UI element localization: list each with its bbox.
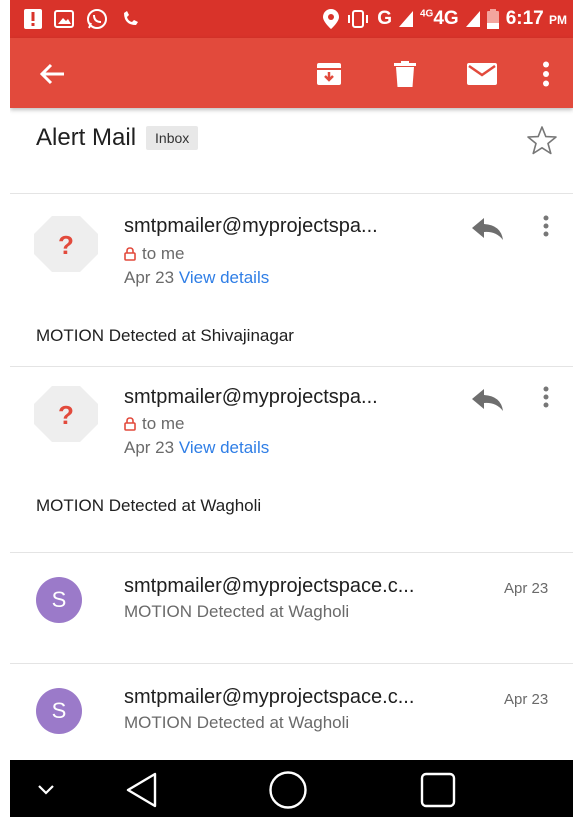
message-more-button[interactable] — [543, 386, 549, 413]
signal-icon — [398, 11, 413, 27]
network-type-4g: 4G4G — [419, 8, 459, 29]
recipient-text: to me — [142, 414, 185, 433]
recipient-line: to me — [124, 414, 185, 434]
clock: 6:17 PM — [505, 8, 567, 29]
overflow-menu-icon — [543, 386, 549, 408]
unknown-sender-avatar[interactable]: ? — [34, 216, 98, 272]
overflow-menu-icon — [543, 215, 549, 237]
reply-button[interactable] — [472, 389, 504, 416]
archive-button[interactable] — [309, 54, 349, 94]
reply-icon — [472, 218, 503, 240]
date-line: Apr 23 View details — [124, 438, 269, 458]
message-more-button[interactable] — [543, 215, 549, 242]
hide-keyboard-button[interactable] — [26, 770, 66, 810]
star-button[interactable] — [526, 125, 558, 160]
image-notification-icon — [54, 10, 74, 28]
home-icon — [269, 771, 307, 809]
back-nav-button[interactable] — [122, 770, 162, 810]
message-snippet: MOTION Detected at Wagholi — [124, 602, 350, 621]
signal-icon-2 — [465, 11, 480, 27]
date-line: Apr 23 View details — [124, 268, 269, 288]
whatsapp-icon — [86, 8, 108, 30]
divider — [10, 552, 573, 553]
view-details-link[interactable]: View details — [179, 438, 269, 457]
avatar-question-mark: ? — [58, 400, 74, 430]
subject-title: Alert Mail — [36, 124, 137, 151]
view-details-link[interactable]: View details — [179, 268, 269, 287]
battery-icon — [486, 9, 499, 29]
sender-avatar: S — [36, 577, 82, 623]
navigation-bar — [10, 760, 573, 817]
vibrate-icon — [346, 10, 370, 28]
network-type-g: G — [377, 8, 392, 29]
alert-notification-icon — [24, 9, 42, 29]
inbox-label[interactable]: Inbox — [146, 126, 199, 150]
divider — [10, 193, 573, 194]
unknown-sender-avatar[interactable]: ? — [34, 386, 98, 442]
back-icon — [126, 772, 157, 808]
notification-icons — [24, 8, 142, 30]
home-button[interactable] — [268, 770, 308, 810]
mark-unread-button[interactable] — [462, 54, 502, 94]
message-date: Apr 23 — [504, 691, 549, 708]
star-icon — [527, 126, 557, 155]
conversation-subject: Alert Mail Inbox — [36, 124, 199, 152]
sender-address: smtpmailer@myprojectspa... — [124, 386, 378, 408]
archive-icon — [317, 63, 341, 85]
more-options-button[interactable] — [526, 54, 566, 94]
overflow-menu-icon — [543, 61, 549, 87]
sender-avatar: S — [36, 688, 82, 734]
mark-unread-icon — [467, 63, 497, 85]
message-body: MOTION Detected at Shivajinagar — [36, 326, 294, 345]
message-date: Apr 23 — [504, 580, 549, 597]
recents-button[interactable] — [418, 770, 458, 810]
back-button[interactable] — [32, 54, 72, 94]
reply-icon — [472, 389, 503, 411]
avatar-question-mark: ? — [58, 230, 74, 260]
delete-icon — [394, 61, 416, 87]
message-snippet: MOTION Detected at Wagholi — [124, 713, 350, 732]
sender-address: smtpmailer@myprojectspa... — [124, 215, 378, 237]
back-arrow-icon — [39, 63, 64, 85]
lock-icon — [124, 417, 136, 431]
sender-address: smtpmailer@myprojectspace.c... — [124, 686, 415, 708]
location-icon — [323, 9, 340, 29]
message-body: MOTION Detected at Wagholi — [36, 496, 262, 515]
recipient-line: to me — [124, 244, 185, 264]
divider — [10, 366, 573, 367]
chevron-down-icon — [38, 785, 54, 795]
phone-screen: G 4G4G 6:17 PM Alert Mail Inbox ? smtpma… — [10, 0, 573, 817]
delete-button[interactable] — [385, 54, 425, 94]
message-date: Apr 23 — [124, 268, 175, 287]
sender-address: smtpmailer@myprojectspace.c... — [124, 575, 415, 597]
reply-button[interactable] — [472, 218, 504, 245]
system-status: G 4G4G 6:17 PM — [323, 8, 567, 30]
recents-icon — [420, 772, 456, 808]
status-bar: G 4G4G 6:17 PM — [10, 0, 573, 38]
missed-call-icon — [120, 9, 142, 29]
recipient-text: to me — [142, 244, 185, 263]
message-date: Apr 23 — [124, 438, 175, 457]
divider — [10, 663, 573, 664]
app-toolbar — [10, 38, 573, 108]
lock-icon — [124, 247, 136, 261]
